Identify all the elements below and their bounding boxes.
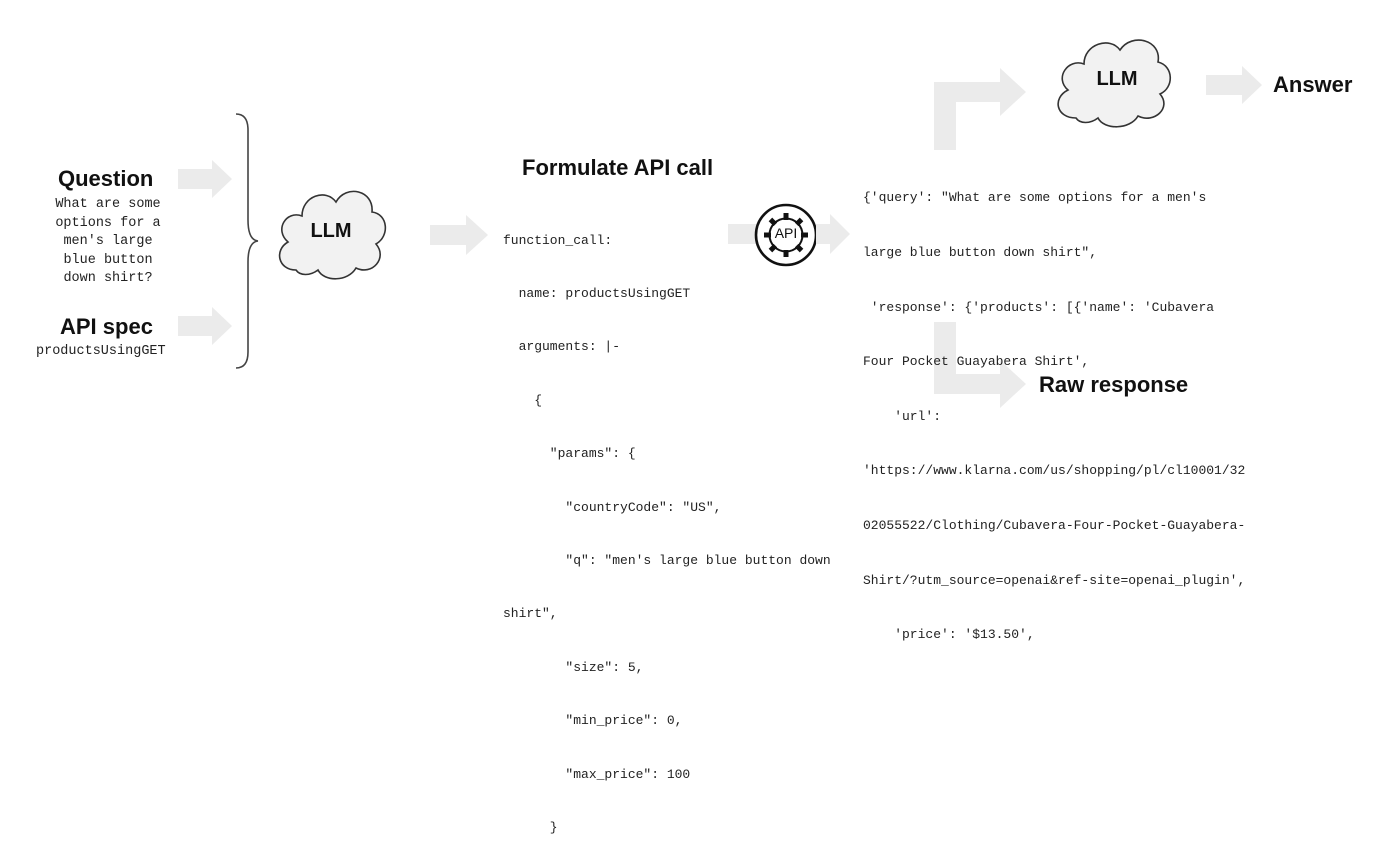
code-line: "size": 5, bbox=[503, 659, 644, 675]
api-badge-label: API bbox=[774, 225, 798, 241]
answer-label: Answer bbox=[1273, 72, 1353, 97]
code-line: 'https://www.klarna.com/us/shopping/pl/c… bbox=[863, 463, 1246, 479]
question-arrow bbox=[178, 160, 232, 198]
api-to-response-arrow bbox=[816, 214, 850, 254]
question-line: What are some bbox=[55, 197, 161, 212]
code-line: Four Pocket Guayabera Shirt', bbox=[863, 354, 1090, 370]
llm-left-label: LLM bbox=[310, 220, 352, 242]
code-line: name: productsUsingGET bbox=[503, 285, 691, 301]
llm-right-label: LLM bbox=[1096, 68, 1138, 90]
function-call-code: function_call: name: productsUsingGET ar… bbox=[503, 196, 831, 854]
code-line: large blue button down shirt", bbox=[863, 245, 1098, 261]
code-line: 'url': bbox=[863, 408, 942, 424]
llm-to-formulate-arrow bbox=[430, 215, 488, 255]
code-line: "q": "men's large blue button down bbox=[503, 552, 831, 568]
code-line: shirt", bbox=[503, 606, 558, 622]
llm-to-answer-arrow bbox=[1206, 66, 1262, 104]
code-line: {'query': "What are some options for a m… bbox=[863, 190, 1207, 206]
question-line: down shirt? bbox=[63, 271, 153, 286]
api-spec-heading: API spec bbox=[60, 314, 153, 339]
api-spec-arrow bbox=[178, 307, 232, 345]
code-line: "min_price": 0, bbox=[503, 713, 683, 729]
raw-response-code: {'query': "What are some options for a m… bbox=[863, 153, 1245, 663]
question-heading: Question bbox=[58, 166, 154, 191]
code-line: 02055522/Clothing/Cubavera-Four-Pocket-G… bbox=[863, 518, 1246, 534]
code-line: "params": { bbox=[503, 446, 636, 462]
code-line: arguments: |- bbox=[503, 339, 621, 355]
grouping-brace bbox=[235, 113, 259, 369]
code-line: 'price': '$13.50', bbox=[863, 627, 1035, 643]
code-line: Shirt/?utm_source=openai&ref-site=openai… bbox=[863, 572, 1246, 588]
raw-response-label: Raw response bbox=[1039, 372, 1189, 397]
code-line: { bbox=[503, 392, 543, 408]
code-line: 'response': {'products': [{'name': 'Cuba… bbox=[863, 299, 1215, 315]
api-spec-value: productsUsingGET bbox=[36, 344, 166, 359]
question-line: blue button bbox=[63, 252, 153, 268]
code-line: "max_price": 100 bbox=[503, 766, 691, 782]
code-line: "countryCode": "US", bbox=[503, 499, 722, 515]
question-line: options for a bbox=[55, 215, 161, 231]
question-line: men's large bbox=[63, 234, 153, 249]
formulate-heading: Formulate API call bbox=[522, 155, 714, 180]
response-to-llm-arrow bbox=[934, 68, 1026, 150]
question-text: What are some options for a men's large … bbox=[33, 196, 183, 289]
code-line: } bbox=[503, 819, 558, 835]
